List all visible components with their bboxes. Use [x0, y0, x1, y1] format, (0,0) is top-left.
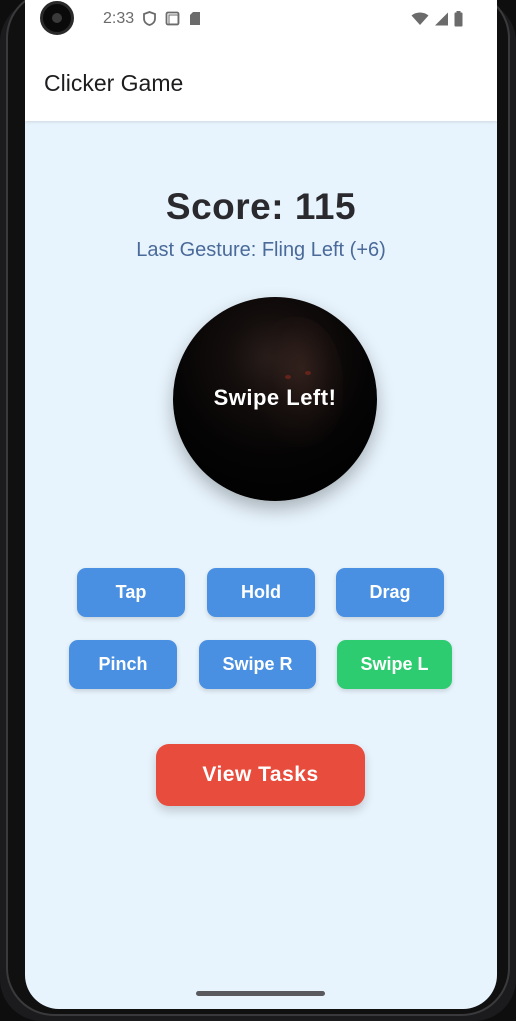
cell-signal-icon: [435, 12, 448, 26]
front-camera-icon: [40, 1, 74, 35]
background-image-detail: [285, 375, 291, 379]
background-image-detail: [305, 371, 311, 375]
gesture-target-circle[interactable]: Swipe Left!: [173, 297, 377, 501]
phone-frame: 2:33 Clicker Game Score: 115 Last Gestur…: [0, 0, 516, 1021]
score-display: Score: 115: [165, 186, 357, 227]
shield-icon: [143, 11, 156, 26]
hold-button[interactable]: Hold: [207, 568, 315, 617]
swipe-left-button[interactable]: Swipe L: [337, 640, 452, 689]
wifi-icon: [411, 12, 429, 25]
pinch-button[interactable]: Pinch: [69, 640, 177, 689]
tap-button[interactable]: Tap: [77, 568, 185, 617]
status-notification-icons: [143, 11, 201, 26]
gesture-prompt: Swipe Left!: [213, 385, 337, 410]
swipe-right-button[interactable]: Swipe R: [199, 640, 316, 689]
view-tasks-button[interactable]: View Tasks: [156, 744, 365, 806]
top-app-bar: 2:33 Clicker Game: [25, 0, 497, 121]
app-title: Clicker Game: [44, 70, 184, 96]
drag-button[interactable]: Drag: [336, 568, 444, 617]
status-system-icons: [411, 11, 463, 27]
battery-icon: [454, 11, 463, 27]
status-time: 2:33: [103, 10, 135, 27]
sd-card-icon: [190, 12, 200, 25]
app-screen: 2:33 Clicker Game Score: 115 Last Gestur…: [25, 0, 497, 1009]
home-indicator[interactable]: [196, 991, 325, 996]
square-icon: [165, 11, 180, 26]
last-gesture-text: Last Gesture: Fling Left (+6): [136, 239, 386, 261]
background-image: [253, 317, 343, 447]
